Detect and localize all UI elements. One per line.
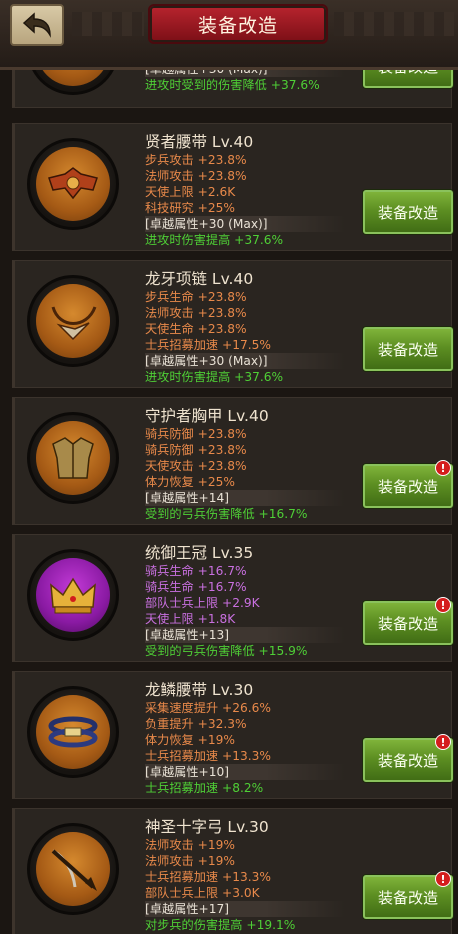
- equipment-card: 神圣十字弓 Lv.30 法师攻击 +19% 法师攻击 +19% 士兵招募加速 +…: [12, 808, 453, 934]
- equipment-icon-frame: [27, 412, 119, 504]
- stat-line: 士兵招募加速 +13.3%: [145, 749, 271, 763]
- alert-badge: !: [435, 734, 451, 750]
- crown-icon: [36, 558, 110, 632]
- crown-glyph: [50, 577, 96, 614]
- bonus-text: 受到的弓兵伤害降低 +16.7%: [145, 507, 308, 521]
- stat-line: 士兵招募加速 +13.3%: [145, 870, 271, 884]
- bonus-text: 进攻时伤害提高 +37.6%: [145, 370, 284, 384]
- stat-line: 步兵攻击 +23.8%: [145, 153, 247, 167]
- stat-line: 天使上限 +2.6K: [145, 185, 236, 199]
- excellence-text: [卓越属性+13]: [145, 628, 229, 642]
- bonus-text: 士兵招募加速 +8.2%: [145, 781, 264, 795]
- alert-badge: !: [435, 597, 451, 613]
- equipment-icon-frame: [27, 686, 119, 778]
- bonus-text: 进攻时受到的伤害降低 +37.6%: [145, 78, 320, 92]
- equipment-card: 守护者胸甲 Lv.40 骑兵防御 +23.8% 骑兵防御 +23.8% 天使攻击…: [12, 397, 453, 525]
- reforge-button[interactable]: 装备改造: [363, 190, 453, 234]
- bonus-text: 受到的弓兵伤害降低 +15.9%: [145, 644, 308, 658]
- stat-line: 骑兵生命 +16.7%: [145, 564, 247, 578]
- stat-line: 体力恢复 +19%: [145, 733, 235, 747]
- item-name: 统御王冠 Lv.35: [145, 544, 254, 562]
- back-arrow-icon: [22, 12, 51, 38]
- stat-line: 天使生命 +23.8%: [145, 322, 247, 336]
- stat-line: 法师攻击 +23.8%: [145, 169, 247, 183]
- header-ornament-left: [72, 12, 144, 36]
- equipment-icon-frame: [27, 275, 119, 367]
- stat-line: 骑兵防御 +23.8%: [145, 443, 247, 457]
- item-name: 龙鳞腰带 Lv.30: [145, 681, 254, 699]
- belt-glyph: [48, 167, 98, 200]
- crossbow-icon: [36, 832, 110, 906]
- stat-line: 法师攻击 +19%: [145, 838, 235, 852]
- item-name: 龙牙项链 Lv.40: [145, 270, 254, 288]
- scale-belt-icon: [36, 695, 110, 769]
- stat-line: 天使上限 +1.8K: [145, 612, 236, 626]
- item-name: 守护者胸甲 Lv.40: [145, 407, 269, 425]
- stat-line: 士兵招募加速 +17.5%: [145, 338, 271, 352]
- equipment-list[interactable]: [卓越属性+30 (Max)] 进攻时受到的伤害降低 +37.6% 装备改造 贤…: [0, 60, 458, 934]
- item-name: 神圣十字弓 Lv.30: [145, 818, 269, 836]
- bonus-text: 对步兵的伤害提高 +19.1%: [145, 918, 296, 932]
- belt-icon: [36, 147, 110, 221]
- equipment-icon-frame: [27, 823, 119, 915]
- stat-line: 法师攻击 +19%: [145, 854, 235, 868]
- stat-line: 部队士兵上限 +2.9K: [145, 596, 260, 610]
- stat-line: 负重提升 +32.3%: [145, 717, 247, 731]
- stat-line: 天使攻击 +23.8%: [145, 459, 247, 473]
- equipment-card: 龙鳞腰带 Lv.30 采集速度提升 +26.6% 负重提升 +32.3% 体力恢…: [12, 671, 453, 799]
- scale-belt-glyph: [48, 716, 98, 748]
- bonus-text: 进攻时伤害提高 +37.6%: [145, 233, 284, 247]
- equipment-icon-frame: [27, 138, 119, 230]
- reforge-button[interactable]: 装备改造: [363, 327, 453, 371]
- stat-line: 骑兵防御 +23.8%: [145, 427, 247, 441]
- header-ornament-right: [334, 12, 454, 36]
- excellence-text: [卓越属性+30 (Max)]: [145, 354, 268, 368]
- back-button[interactable]: [10, 4, 64, 46]
- excellence-text: [卓越属性+10]: [145, 765, 229, 779]
- equipment-card: 统御王冠 Lv.35 骑兵生命 +16.7% 骑兵生命 +16.7% 部队士兵上…: [12, 534, 453, 662]
- necklace-icon: [36, 284, 110, 358]
- stat-line: 体力恢复 +25%: [145, 475, 235, 489]
- equipment-icon-frame: [27, 549, 119, 641]
- top-bar: 装备改造: [0, 0, 458, 70]
- stat-line: 采集速度提升 +26.6%: [145, 701, 271, 715]
- item-name: 贤者腰带 Lv.40: [145, 133, 254, 151]
- alert-badge: !: [435, 871, 451, 887]
- crossbow-glyph: [51, 849, 97, 891]
- chest-armor-icon: [36, 421, 110, 495]
- excellence-text: [卓越属性+14]: [145, 491, 229, 505]
- stat-line: 科技研究 +25%: [145, 201, 235, 215]
- stat-line: 部队士兵上限 +3.0K: [145, 886, 260, 900]
- chest-armor-glyph: [52, 437, 94, 479]
- equipment-card: 贤者腰带 Lv.40 步兵攻击 +23.8% 法师攻击 +23.8% 天使上限 …: [12, 123, 453, 251]
- equipment-card: 龙牙项链 Lv.40 步兵生命 +23.8% 法师攻击 +23.8% 天使生命 …: [12, 260, 453, 388]
- page-title-banner: 装备改造: [148, 4, 328, 44]
- stat-line: 骑兵生命 +16.7%: [145, 580, 247, 594]
- alert-badge: !: [435, 460, 451, 476]
- excellence-text: [卓越属性+17]: [145, 902, 229, 916]
- necklace-glyph: [51, 306, 97, 341]
- stat-line: 法师攻击 +23.8%: [145, 306, 247, 320]
- page-title: 装备改造: [197, 14, 278, 37]
- stat-line: 步兵生命 +23.8%: [145, 290, 247, 304]
- excellence-text: [卓越属性+30 (Max)]: [145, 217, 268, 231]
